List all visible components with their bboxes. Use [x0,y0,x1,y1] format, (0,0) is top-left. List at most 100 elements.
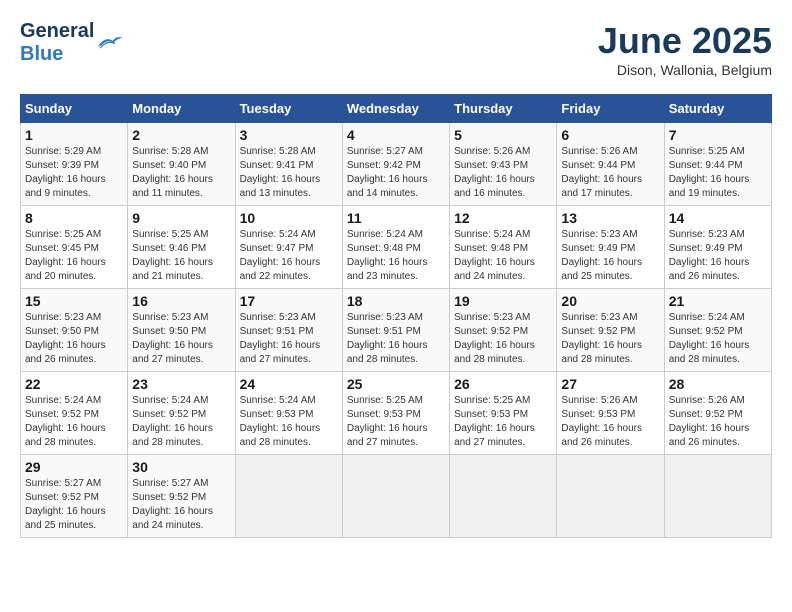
calendar-cell: 7 Sunrise: 5:25 AM Sunset: 9:44 PM Daylig… [664,123,771,206]
day-info: Sunrise: 5:24 AM Sunset: 9:52 PM Dayligh… [669,311,767,367]
day-number: 20 [561,293,659,309]
calendar-cell: 13 Sunrise: 5:23 AM Sunset: 9:49 PM Dayli… [557,206,664,289]
calendar-cell: 27 Sunrise: 5:26 AM Sunset: 9:53 PM Dayli… [557,372,664,455]
calendar-week-2: 8 Sunrise: 5:25 AM Sunset: 9:45 PM Daylig… [21,206,772,289]
day-info: Sunrise: 5:23 AM Sunset: 9:49 PM Dayligh… [561,228,659,284]
day-info: Sunrise: 5:28 AM Sunset: 9:40 PM Dayligh… [132,145,230,201]
day-info: Sunrise: 5:26 AM Sunset: 9:44 PM Dayligh… [561,145,659,201]
day-number: 1 [25,127,123,143]
day-info: Sunrise: 5:27 AM Sunset: 9:52 PM Dayligh… [25,477,123,533]
day-info: Sunrise: 5:27 AM Sunset: 9:42 PM Dayligh… [347,145,445,201]
day-number: 8 [25,210,123,226]
col-header-friday: Friday [557,95,664,123]
calendar-cell: 6Sunrise: 5:26 AM Sunset: 9:44 PM Daylig… [557,123,664,206]
calendar-cell: 17 Sunrise: 5:23 AM Sunset: 9:51 PM Dayli… [235,289,342,372]
day-info: Sunrise: 5:23 AM Sunset: 9:51 PM Dayligh… [240,311,338,367]
day-number: 14 [669,210,767,226]
calendar-cell: 5 Sunrise: 5:26 AM Sunset: 9:43 PM Daylig… [450,123,557,206]
calendar-week-4: 22 Sunrise: 5:24 AM Sunset: 9:52 PM Dayli… [21,372,772,455]
col-header-saturday: Saturday [664,95,771,123]
day-info: Sunrise: 5:23 AM Sunset: 9:49 PM Dayligh… [669,228,767,284]
calendar-week-5: 29 Sunrise: 5:27 AM Sunset: 9:52 PM Dayli… [21,455,772,538]
day-info: Sunrise: 5:24 AM Sunset: 9:52 PM Dayligh… [25,394,123,450]
day-info: Sunrise: 5:24 AM Sunset: 9:48 PM Dayligh… [347,228,445,284]
day-number: 5 [454,127,552,143]
day-number: 23 [132,376,230,392]
day-info: Sunrise: 5:25 AM Sunset: 9:45 PM Dayligh… [25,228,123,284]
day-info: Sunrise: 5:23 AM Sunset: 9:51 PM Dayligh… [347,311,445,367]
day-number: 13 [561,210,659,226]
day-number: 26 [454,376,552,392]
day-number: 11 [347,210,445,226]
day-info: Sunrise: 5:24 AM Sunset: 9:52 PM Dayligh… [132,394,230,450]
calendar-cell [664,455,771,538]
day-number: 17 [240,293,338,309]
calendar-cell: 15 Sunrise: 5:23 AM Sunset: 9:50 PM Dayli… [21,289,128,372]
page-header: General Blue June 2025 Dison, Wallonia, … [20,20,772,78]
day-number: 24 [240,376,338,392]
month-title: June 2025 [598,20,772,62]
col-header-wednesday: Wednesday [342,95,449,123]
calendar-cell: 14 Sunrise: 5:23 AM Sunset: 9:49 PM Dayli… [664,206,771,289]
calendar-cell: 20 Sunrise: 5:23 AM Sunset: 9:52 PM Dayli… [557,289,664,372]
day-number: 7 [669,127,767,143]
day-info: Sunrise: 5:25 AM Sunset: 9:44 PM Dayligh… [669,145,767,201]
day-number: 16 [132,293,230,309]
day-number: 19 [454,293,552,309]
calendar-cell: 2 Sunrise: 5:28 AM Sunset: 9:40 PM Daylig… [128,123,235,206]
calendar-cell: 21 Sunrise: 5:24 AM Sunset: 9:52 PM Dayli… [664,289,771,372]
day-number: 28 [669,376,767,392]
day-info: Sunrise: 5:25 AM Sunset: 9:53 PM Dayligh… [454,394,552,450]
calendar-cell [235,455,342,538]
title-block: June 2025 Dison, Wallonia, Belgium [598,20,772,78]
calendar-cell: 19Sunrise: 5:23 AM Sunset: 9:52 PM Dayli… [450,289,557,372]
col-header-sunday: Sunday [21,95,128,123]
day-number: 3 [240,127,338,143]
day-info: Sunrise: 5:29 AM Sunset: 9:39 PM Dayligh… [25,145,123,201]
logo: General Blue [20,20,124,66]
calendar-cell: 10Sunrise: 5:24 AM Sunset: 9:47 PM Dayli… [235,206,342,289]
day-number: 4 [347,127,445,143]
day-info: Sunrise: 5:23 AM Sunset: 9:52 PM Dayligh… [561,311,659,367]
day-info: Sunrise: 5:24 AM Sunset: 9:47 PM Dayligh… [240,228,338,284]
calendar-week-1: 1 Sunrise: 5:29 AM Sunset: 9:39 PM Daylig… [21,123,772,206]
calendar-cell: 29 Sunrise: 5:27 AM Sunset: 9:52 PM Dayli… [21,455,128,538]
calendar-cell: 23 Sunrise: 5:24 AM Sunset: 9:52 PM Dayli… [128,372,235,455]
day-info: Sunrise: 5:23 AM Sunset: 9:50 PM Dayligh… [25,311,123,367]
calendar-cell: 25Sunrise: 5:25 AM Sunset: 9:53 PM Dayli… [342,372,449,455]
day-number: 30 [132,459,230,475]
col-header-thursday: Thursday [450,95,557,123]
calendar-cell: 28 Sunrise: 5:26 AM Sunset: 9:52 PM Dayli… [664,372,771,455]
calendar-cell [450,455,557,538]
calendar-cell: 30 Sunrise: 5:27 AM Sunset: 9:52 PM Dayli… [128,455,235,538]
day-info: Sunrise: 5:27 AM Sunset: 9:52 PM Dayligh… [132,477,230,533]
calendar-week-3: 15 Sunrise: 5:23 AM Sunset: 9:50 PM Dayli… [21,289,772,372]
calendar-table: SundayMondayTuesdayWednesdayThursdayFrid… [20,94,772,538]
calendar-cell: 11 Sunrise: 5:24 AM Sunset: 9:48 PM Dayli… [342,206,449,289]
logo-bird-icon [94,31,124,55]
day-number: 27 [561,376,659,392]
day-info: Sunrise: 5:26 AM Sunset: 9:52 PM Dayligh… [669,394,767,450]
calendar-cell: 24Sunrise: 5:24 AM Sunset: 9:53 PM Dayli… [235,372,342,455]
calendar-cell: 18 Sunrise: 5:23 AM Sunset: 9:51 PM Dayli… [342,289,449,372]
day-number: 2 [132,127,230,143]
day-info: Sunrise: 5:25 AM Sunset: 9:46 PM Dayligh… [132,228,230,284]
day-info: Sunrise: 5:26 AM Sunset: 9:43 PM Dayligh… [454,145,552,201]
calendar-cell: 12Sunrise: 5:24 AM Sunset: 9:48 PM Dayli… [450,206,557,289]
calendar-cell: 8 Sunrise: 5:25 AM Sunset: 9:45 PM Daylig… [21,206,128,289]
day-info: Sunrise: 5:24 AM Sunset: 9:48 PM Dayligh… [454,228,552,284]
day-info: Sunrise: 5:28 AM Sunset: 9:41 PM Dayligh… [240,145,338,201]
header-row: SundayMondayTuesdayWednesdayThursdayFrid… [21,95,772,123]
day-number: 15 [25,293,123,309]
location: Dison, Wallonia, Belgium [598,62,772,78]
calendar-cell: 4 Sunrise: 5:27 AM Sunset: 9:42 PM Daylig… [342,123,449,206]
col-header-tuesday: Tuesday [235,95,342,123]
day-number: 21 [669,293,767,309]
logo-text: General Blue [20,20,94,66]
day-number: 22 [25,376,123,392]
calendar-cell [557,455,664,538]
day-number: 29 [25,459,123,475]
day-number: 18 [347,293,445,309]
calendar-cell: 9Sunrise: 5:25 AM Sunset: 9:46 PM Daylig… [128,206,235,289]
day-info: Sunrise: 5:26 AM Sunset: 9:53 PM Dayligh… [561,394,659,450]
